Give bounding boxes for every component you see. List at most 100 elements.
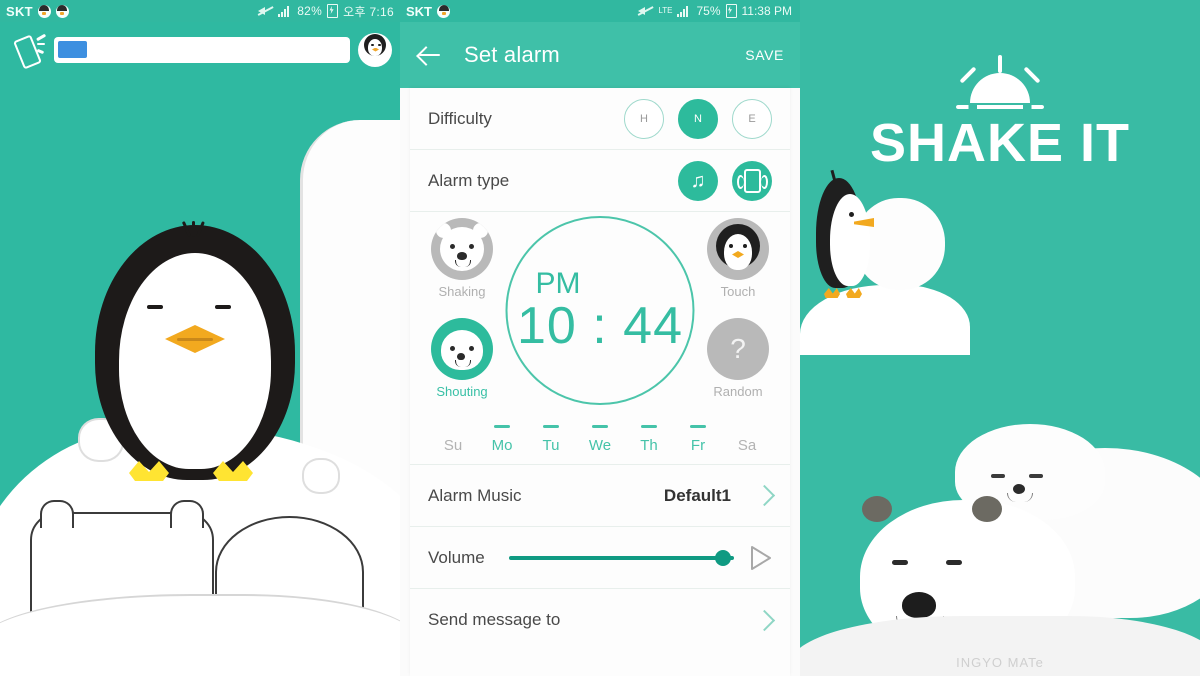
signal-icon [278,5,292,17]
mission-random[interactable]: ? Random [700,318,776,399]
difficulty-label: Difficulty [428,108,492,128]
day-toggle-mo[interactable]: Mo [483,423,521,454]
alarm-time-display[interactable]: PM 10 : 44 [505,216,695,405]
battery-charging-icon [725,4,737,18]
status-clock-label: 오후 7:16 [343,4,394,19]
network-label: LTE [658,6,673,15]
save-button[interactable]: SAVE [745,47,784,63]
difficulty-option-easy[interactable]: E [732,98,772,139]
day-label: Su [443,437,463,454]
send-message-label: Send message to [428,610,561,629]
left-app-screen: SKT 82% 오후 7:16 [0,0,400,676]
music-note-icon[interactable]: ♫ [678,160,718,201]
difficulty-options: H N E [624,98,772,139]
mute-icon [638,5,653,17]
mission-label: Shaking [438,284,486,299]
status-clock-label: 11:38 PM [741,4,792,18]
phone-status-left: SKT [400,4,450,19]
repeat-days-row: Su Mo Tu We Th Fr Sa [410,417,790,465]
phone-status-right: LTE 75% 11:38 PM [638,4,800,18]
time-separator: : [592,296,608,355]
phone-screen: SKT LTE 75% 11:38 PM Set alarm SAVE Diff… [400,0,800,676]
shake-progress-fill [58,41,87,58]
status-bar-left: SKT [0,4,69,19]
mission-label: Touch [720,284,756,299]
carrier-label: SKT [406,3,432,19]
play-triangle-icon[interactable] [750,545,772,571]
send-message-row[interactable]: Send message to [410,589,790,651]
polar-bear-icon [431,218,493,280]
day-label: We [588,437,612,454]
signal-icon [677,5,691,17]
volume-row: Volume [410,527,790,589]
app-bar: Set alarm SAVE [400,22,800,88]
snowball-icon [302,458,340,494]
difficulty-option-normal[interactable]: N [678,98,718,139]
app-logo: SHAKE IT [800,55,1200,171]
penguin-avatar-icon[interactable] [358,32,392,67]
day-toggle-fr[interactable]: Fr [679,423,717,454]
day-toggle-sa[interactable]: Sa [728,423,766,454]
day-toggle-th[interactable]: Th [630,423,668,454]
mission-label: Shouting [436,384,488,399]
battery-percent-label: 82% [297,4,323,18]
minute-value: 44 [623,296,684,355]
day-label: Th [640,437,658,454]
mission-shaking[interactable]: Shaking [424,218,500,299]
shake-progress-bar[interactable] [54,36,350,63]
shaking-phone-icon [8,31,46,69]
logo-text: SHAKE IT [869,113,1131,173]
sunrise-icon [940,55,1060,111]
battery-charging-icon [327,4,339,18]
watermark-label: INGYO MATe [956,655,1044,670]
alarm-type-row: Alarm type ♫ [410,150,790,212]
penguin-illustration [95,215,295,481]
mission-label: Random [713,384,763,399]
alarm-music-value-group: Default1 [663,484,776,507]
mission-shouting[interactable]: Shouting [424,318,500,399]
penguin-icon [707,218,769,280]
page-title: Set alarm [464,42,560,67]
alarm-music-value: Default1 [663,485,731,505]
right-promo-panel: SHAKE IT INGYO MATe [800,0,1200,676]
alarm-type-options: ♫ [678,160,772,201]
chevron-right-icon [753,609,776,631]
penguin-illustration-right [810,169,890,300]
left-status-bar: SKT 82% 오후 7:16 [0,0,400,22]
penguin-badge-icon [55,4,69,18]
carrier-label: SKT [6,3,33,19]
question-mark-icon: ? [707,318,769,380]
back-arrow-icon[interactable] [416,42,442,68]
penguin-badge-icon [437,4,450,18]
alarm-music-label: Alarm Music [428,485,522,505]
day-label: Mo [491,437,513,454]
volume-label: Volume [428,547,485,567]
meridiem-label: PM [535,266,581,300]
battery-percent-label: 75% [696,4,721,18]
vibrate-icon[interactable] [732,160,772,201]
shake-toolbar [0,22,400,77]
penguin-badge-icon [37,4,51,18]
alarm-type-label: Alarm type [428,170,510,190]
volume-slider[interactable] [508,549,734,566]
screenshot-stage: SKT 82% 오후 7:16 SKT LTE 75% 11:38 PM Set… [0,0,1200,676]
snow-foreground-left [0,594,400,676]
time-label: 10 : 44 [517,299,683,353]
status-bar-right: 82% 오후 7:16 [258,3,400,20]
mute-icon [258,5,273,17]
day-label: Tu [542,437,560,454]
settings-sheet: Difficulty H N E Alarm type ♫ Shaking Sh… [410,88,790,676]
difficulty-row: Difficulty H N E [410,88,790,150]
day-toggle-tu[interactable]: Tu [532,423,570,454]
volume-slider-thumb[interactable] [714,549,731,566]
chevron-right-icon [753,484,776,507]
alarm-music-row[interactable]: Alarm Music Default1 [410,465,790,527]
mission-selector: Shaking Shouting Touch ? Random PM 10: … [410,212,790,417]
send-message-value-group [745,609,776,631]
hour-value: 10 [516,296,577,355]
mission-touch[interactable]: Touch [700,218,776,299]
day-toggle-su[interactable]: Su [434,423,472,454]
day-toggle-we[interactable]: We [581,423,619,454]
day-label: Sa [737,437,757,454]
difficulty-option-hard[interactable]: H [624,98,664,139]
